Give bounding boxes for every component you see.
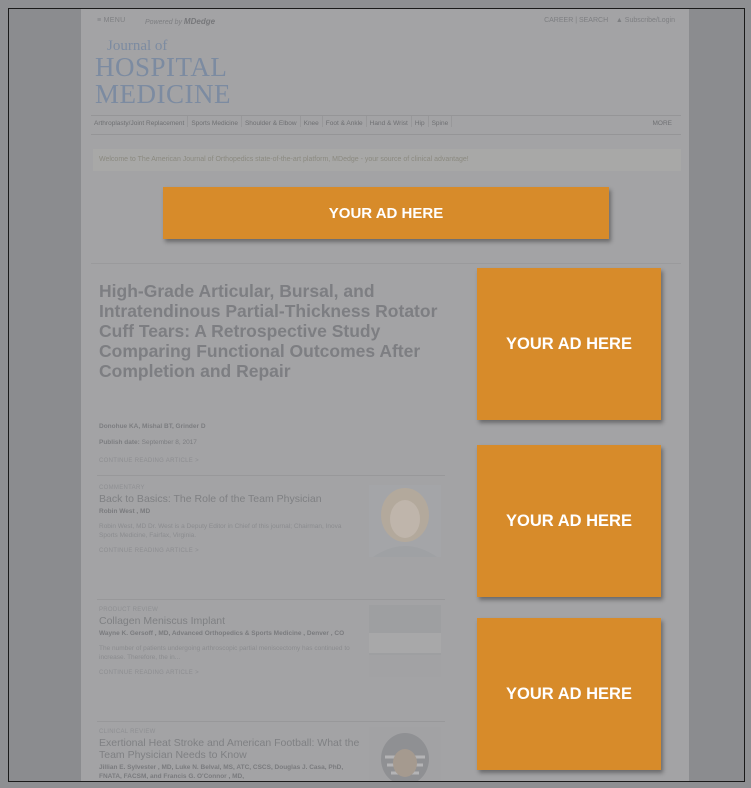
continue-reading-link[interactable]: CONTINUE READING ARTICLE > (99, 458, 199, 464)
article-description: Robin West, MD Dr. West is a Deputy Edit… (99, 523, 342, 539)
logo-line-3: MEDICINE (95, 79, 231, 109)
sidebar-ad-placeholder[interactable]: YOUR AD HERE (477, 445, 661, 597)
article-title[interactable]: Exertional Heat Stroke and American Foot… (99, 737, 361, 761)
powered-by-label: Powered by (145, 19, 182, 26)
divider (97, 721, 445, 722)
mdedge-logo[interactable]: MDedge (184, 17, 215, 26)
feature-publish-date: Publish date: September 8, 2017 CONTINUE… (99, 439, 199, 464)
publish-date-value: September 8, 2017 (141, 439, 197, 446)
logo-line-2: HOSPITAL (95, 52, 228, 82)
article-thumbnail[interactable] (369, 605, 441, 677)
nav-item[interactable]: Shoulder & Elbow (242, 116, 301, 127)
top-right-links: CAREER | SEARCH ▲ Subscribe/Login (544, 17, 675, 24)
powered-by: Powered by MDedge (145, 17, 215, 26)
sidebar-ad-placeholder[interactable]: YOUR AD HERE (477, 268, 661, 420)
portrait-image (369, 485, 441, 557)
article-thumbnail[interactable] (369, 485, 441, 557)
divider (97, 599, 445, 600)
article-description: The number of patients undergoing arthro… (99, 645, 350, 661)
banner-ad-placeholder[interactable]: YOUR AD HERE (163, 187, 609, 239)
sidebar-ad-placeholder[interactable]: YOUR AD HERE (477, 618, 661, 770)
publish-date-label: Publish date: (99, 439, 140, 446)
article-byline: Wayne K. Gersoff , MD, Advanced Orthoped… (99, 630, 345, 637)
journal-logo[interactable]: Journal of HOSPITAL MEDICINE (95, 39, 231, 108)
article-thumbnail[interactable] (369, 727, 441, 781)
menu-button[interactable]: ≡ MENU (97, 17, 125, 24)
nav-item[interactable]: Sports Medicine (188, 116, 242, 127)
meniscus-image (369, 605, 441, 677)
nav-item[interactable]: Hand & Wrist (367, 116, 412, 127)
nav-item[interactable]: Arthroplasty/Joint Replacement (91, 116, 189, 127)
football-player-image (369, 727, 441, 781)
career-search-links[interactable]: CAREER | SEARCH (544, 17, 608, 24)
feature-headline[interactable]: High-Grade Articular, Bursal, and Intrat… (99, 281, 439, 381)
top-bar: ≡ MENU Powered by MDedge CAREER | SEARCH… (81, 13, 689, 31)
article-byline: Jillian E. Sylvester , MD, Luke N. Belva… (99, 764, 344, 780)
nav-more-button[interactable]: MORE (650, 116, 676, 127)
divider (97, 475, 445, 476)
topic-nav: Arthroplasty/Joint Replacement Sports Med… (91, 115, 681, 135)
welcome-banner: Welcome to The American Journal of Ortho… (93, 149, 681, 171)
feature-authors: Donohue KA, Mishal BT, Grinder D (99, 423, 206, 430)
screenshot-frame: ≡ MENU Powered by MDedge CAREER | SEARCH… (8, 8, 745, 782)
divider (91, 263, 681, 264)
nav-item[interactable]: Spine (429, 116, 453, 127)
account-link[interactable]: ▲ Subscribe/Login (616, 17, 675, 24)
nav-item[interactable]: Foot & Ankle (323, 116, 367, 127)
nav-item[interactable]: Hip (412, 116, 429, 127)
nav-item[interactable]: Knee (301, 116, 323, 127)
